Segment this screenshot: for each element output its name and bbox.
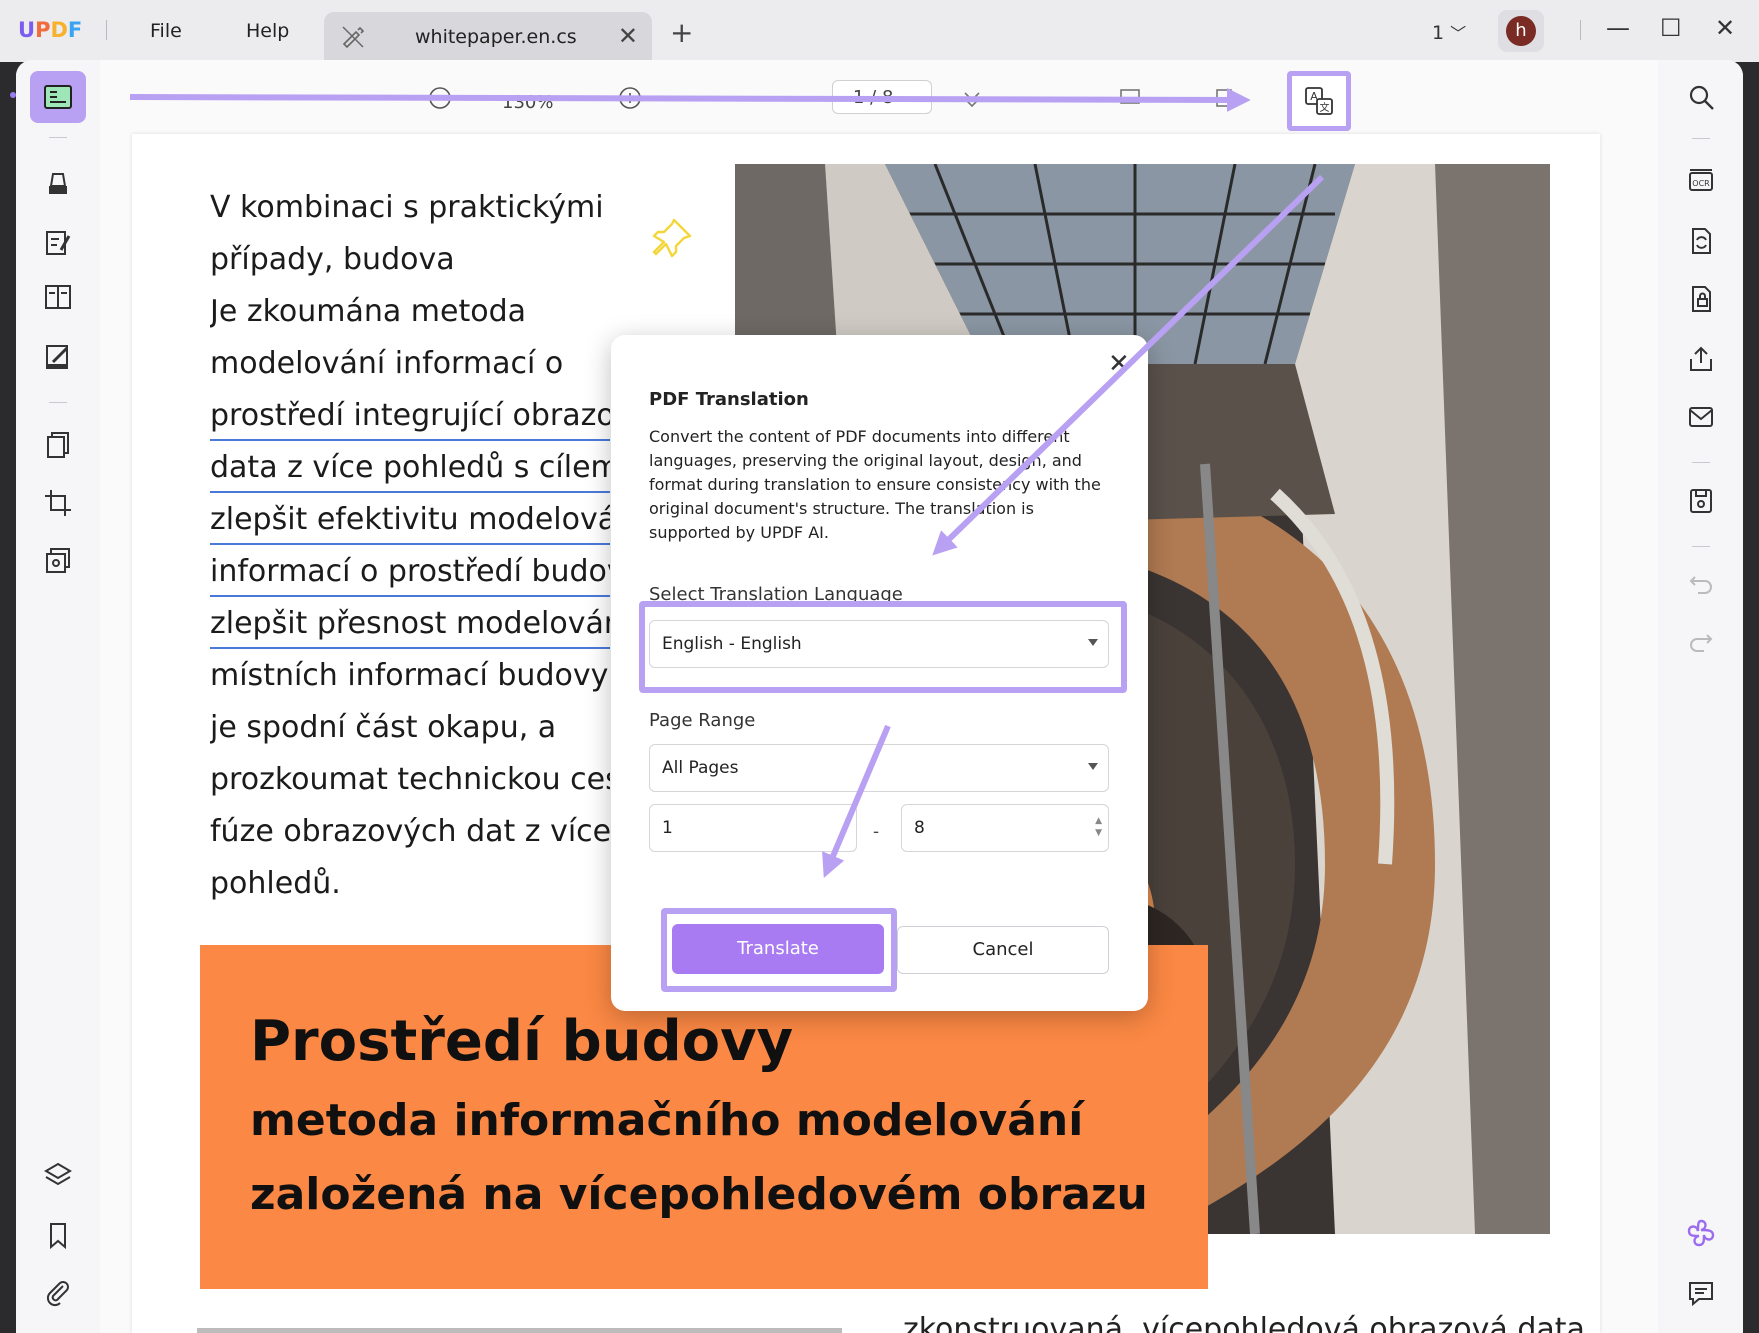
page-layout-icon[interactable] bbox=[43, 282, 73, 312]
avatar-letter: h bbox=[1506, 16, 1536, 46]
to-page-value: 8 bbox=[914, 818, 925, 838]
svg-text:文: 文 bbox=[1320, 101, 1330, 114]
presentation-icon[interactable] bbox=[1118, 86, 1142, 110]
page-number-input[interactable]: 1 / 8 bbox=[832, 80, 932, 114]
redo-icon[interactable] bbox=[1686, 626, 1716, 656]
tab-title: whitepaper.en.cs bbox=[415, 26, 577, 48]
from-page-value: 1 bbox=[662, 818, 673, 838]
underlined-text-line: prostředí integrující obrazová bbox=[210, 393, 610, 441]
crop-icon[interactable] bbox=[43, 488, 73, 518]
bookmark-icon[interactable] bbox=[43, 1220, 73, 1250]
from-page-input[interactable]: 1 bbox=[649, 804, 857, 852]
organize-pages-icon[interactable] bbox=[43, 430, 73, 460]
share-icon[interactable] bbox=[1686, 344, 1716, 374]
translate-toolbar-button[interactable]: A文 bbox=[1287, 71, 1351, 131]
text-line: modelování informací o bbox=[210, 346, 564, 381]
stepper-arrows-icon[interactable]: ▲ ▼ bbox=[1095, 815, 1102, 839]
highlighter-icon[interactable] bbox=[43, 170, 73, 200]
pdf-translation-dialog: ✕ PDF Translation Convert the content of… bbox=[611, 335, 1148, 1011]
divider bbox=[1692, 138, 1710, 139]
text-line: prozkoumat technickou cestu bbox=[210, 762, 610, 797]
close-dialog-icon[interactable]: ✕ bbox=[1108, 349, 1130, 379]
underlined-text-line: informací o prostředí budovy bbox=[210, 549, 610, 597]
ocr-icon[interactable]: OCR bbox=[1686, 166, 1716, 196]
text-line: Je zkoumána metoda bbox=[210, 294, 527, 329]
banner-subtitle-line-1: metoda informačního modelování bbox=[250, 1095, 1084, 1146]
search-icon[interactable] bbox=[1686, 82, 1716, 112]
attachment-icon[interactable] bbox=[43, 1278, 73, 1308]
close-window-icon[interactable]: ✕ bbox=[1715, 14, 1735, 42]
language-highlight bbox=[639, 601, 1127, 693]
display-mode-icon[interactable] bbox=[1212, 86, 1236, 110]
maximize-icon[interactable]: ☐ bbox=[1660, 14, 1682, 42]
underlined-text-line: zlepšit efektivitu modelování bbox=[210, 497, 610, 545]
title-bar: UPDF File Help whitepaper.en.cs ✕ + 1 ﹀ … bbox=[0, 0, 1759, 62]
updf-logo: UPDF bbox=[18, 18, 83, 42]
page-range-label: Page Range bbox=[649, 710, 756, 731]
protect-icon[interactable] bbox=[43, 546, 73, 576]
divider bbox=[1580, 20, 1581, 40]
menu-file[interactable]: File bbox=[150, 20, 182, 42]
zoom-in-icon[interactable] bbox=[618, 86, 642, 110]
tab-close-icon[interactable]: ✕ bbox=[618, 22, 638, 50]
text-line: místních informací budovy, jak bbox=[210, 658, 610, 693]
text-line: fúze obrazových dat z více bbox=[210, 814, 610, 849]
save-icon[interactable] bbox=[1686, 486, 1716, 516]
translate-button[interactable]: Translate bbox=[672, 924, 884, 974]
dialog-description: Convert the content of PDF documents int… bbox=[649, 427, 1101, 542]
range-separator: - bbox=[873, 822, 880, 842]
to-page-input[interactable]: 8 ▲ ▼ bbox=[901, 804, 1109, 852]
email-icon[interactable] bbox=[1686, 402, 1716, 432]
zoom-level[interactable]: 130% bbox=[502, 92, 553, 113]
left-sidebar bbox=[10, 60, 100, 1333]
divider bbox=[49, 137, 67, 138]
underlined-text-line: zlepšit přesnost modelování bbox=[210, 601, 610, 649]
right-sidebar: OCR bbox=[1658, 60, 1743, 1333]
comment-icon[interactable] bbox=[1686, 1278, 1716, 1308]
updf-ai-icon[interactable] bbox=[1686, 1218, 1716, 1248]
menu-help[interactable]: Help bbox=[246, 20, 289, 42]
window-count[interactable]: 1 ﹀ bbox=[1432, 20, 1466, 44]
edit-pen-icon bbox=[342, 26, 365, 49]
cancel-button[interactable]: Cancel bbox=[897, 926, 1109, 974]
reader-mode-button[interactable] bbox=[30, 71, 86, 123]
underlined-text-line: data z více pohledů s cílem bbox=[210, 445, 610, 493]
banner-title: Prostředí budovy bbox=[250, 1009, 794, 1074]
divider bbox=[49, 402, 67, 403]
text-line: je spodní část okapu, a bbox=[210, 710, 557, 745]
divider bbox=[106, 20, 107, 40]
page-range-value: All Pages bbox=[662, 758, 739, 778]
convert-icon[interactable] bbox=[1686, 226, 1716, 256]
body-paragraph: V kombinaci s praktickými případy, budov… bbox=[210, 182, 610, 910]
banner-subtitle-line-2: založená na vícepohledovém obrazu bbox=[250, 1169, 1148, 1220]
avatar[interactable]: h bbox=[1498, 10, 1544, 52]
pin-annotation-icon[interactable] bbox=[650, 216, 694, 260]
layers-icon[interactable] bbox=[43, 1160, 73, 1190]
add-tab-icon[interactable]: + bbox=[670, 16, 693, 49]
chevron-down-icon: ﹀ bbox=[1450, 24, 1467, 43]
text-line: V kombinaci s praktickými bbox=[210, 190, 604, 225]
undo-icon[interactable] bbox=[1686, 568, 1716, 598]
next-page-icon[interactable] bbox=[960, 88, 984, 108]
bottom-text-line: zkonstruovaná, vícepohledová obrazová da… bbox=[903, 1312, 1585, 1333]
protect-file-icon[interactable] bbox=[1686, 284, 1716, 314]
zoom-out-icon[interactable] bbox=[428, 86, 452, 110]
divider bbox=[1692, 546, 1710, 547]
page-number-text: 1 / 8 bbox=[853, 87, 894, 108]
document-tab[interactable]: whitepaper.en.cs ✕ bbox=[324, 12, 652, 62]
bottom-image bbox=[197, 1328, 842, 1333]
edit-text-icon[interactable] bbox=[43, 228, 73, 258]
dropdown-caret-icon bbox=[1088, 763, 1098, 770]
minimize-icon[interactable]: — bbox=[1606, 14, 1630, 42]
svg-text:OCR: OCR bbox=[1692, 179, 1710, 188]
text-line: případy, budova bbox=[210, 242, 455, 277]
reader-icon bbox=[44, 85, 72, 109]
translate-icon: A文 bbox=[1305, 87, 1333, 115]
divider bbox=[1692, 462, 1710, 463]
fill-sign-icon[interactable] bbox=[43, 342, 73, 372]
indicator-dot bbox=[10, 92, 16, 98]
text-line: pohledů. bbox=[210, 866, 341, 901]
dialog-title: PDF Translation bbox=[649, 389, 809, 410]
page-range-select[interactable]: All Pages bbox=[649, 744, 1109, 792]
